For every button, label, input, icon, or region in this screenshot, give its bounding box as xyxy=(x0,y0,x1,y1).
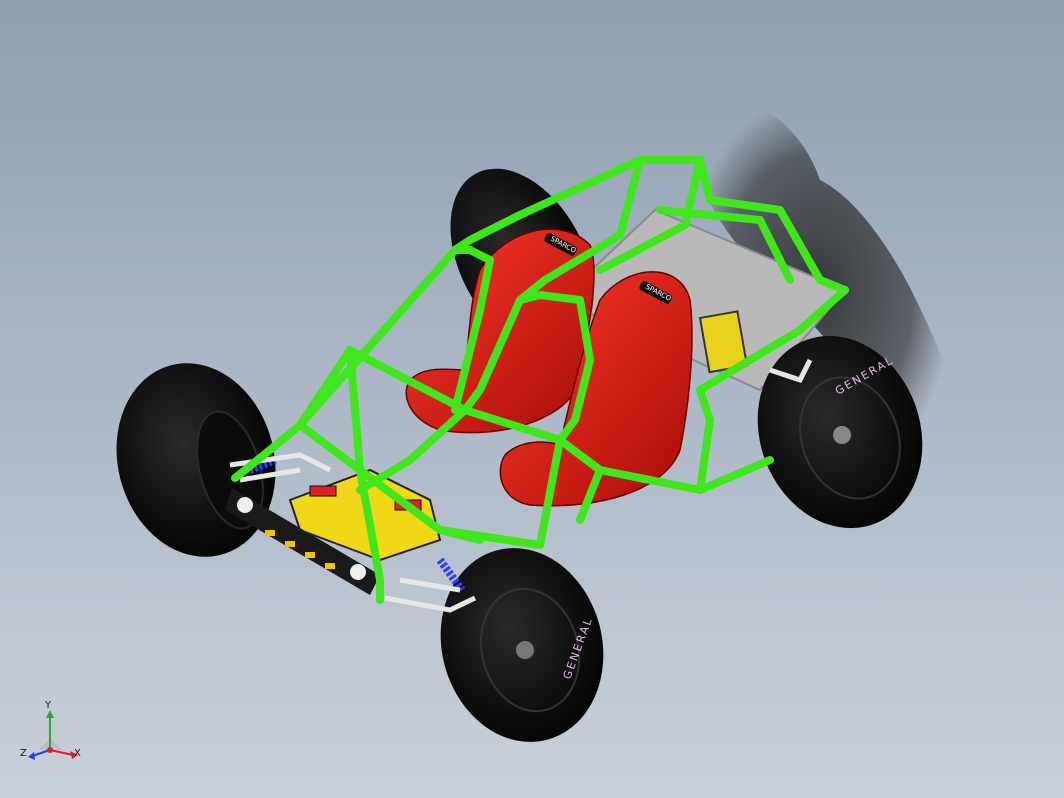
coordinate-triad: Y X Z xyxy=(18,700,88,770)
cad-viewport[interactable]: GENERAL GENERAL SPARCO SPARCO Y X Z xyxy=(0,0,1064,798)
triad-x-axis xyxy=(49,749,74,756)
buggy-3d-model[interactable]: GENERAL GENERAL SPARCO SPARCO xyxy=(0,0,1064,798)
triad-y-arrow xyxy=(46,710,54,718)
seat-left: SPARCO xyxy=(405,228,595,434)
triad-y-label: Y xyxy=(45,700,52,711)
tire-front-right: GENERAL xyxy=(440,548,604,742)
headlight-left xyxy=(237,497,253,513)
triad-z-arrow xyxy=(28,752,35,760)
triad-axes xyxy=(28,710,78,760)
headlight-right xyxy=(350,564,366,580)
triad-x-label: X xyxy=(74,748,81,759)
triad-z-label: Z xyxy=(20,748,27,759)
